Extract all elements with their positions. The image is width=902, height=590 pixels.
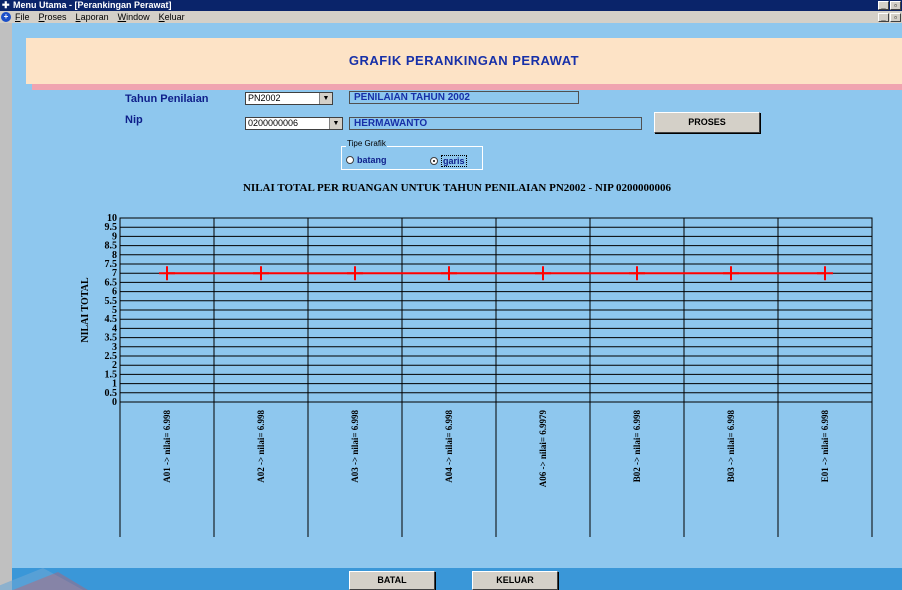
page-title: GRAFIK PERANKINGAN PERAWAT	[26, 38, 902, 84]
menu-laporan[interactable]: Laporan	[76, 11, 109, 23]
child-minimize-button[interactable]: _	[878, 13, 889, 22]
tahun-penilaian-label: Tahun Penilaian	[125, 93, 209, 105]
y-axis-label: NILAI TOTAL	[80, 277, 91, 343]
menu-window[interactable]: Window	[118, 11, 150, 23]
category-label: A01 -> nilai= 6.998	[162, 410, 172, 483]
nip-select[interactable]: 0200000006 ▼	[245, 117, 343, 130]
dropdown-arrow-icon[interactable]: ▼	[319, 93, 332, 104]
keluar-button[interactable]: KELUAR	[472, 571, 558, 590]
nip-name-display: HERMAWANTO	[349, 117, 642, 130]
bottom-bar: BATAL KELUAR	[12, 568, 902, 590]
batal-button[interactable]: BATAL	[349, 571, 435, 590]
child-window-controls: _ ▫	[878, 12, 902, 23]
menu-file[interactable]: File	[15, 11, 30, 23]
category-label: B02 -> nilai= 6.998	[632, 410, 642, 483]
restore-button[interactable]: ▫	[890, 1, 901, 10]
menu-keluar[interactable]: Keluar	[159, 11, 185, 23]
tahun-penilaian-description: PENILAIAN TAHUN 2002	[349, 91, 579, 104]
title-bar: ✚ Menu Utama - [Perankingan Perawat] _ ▫	[0, 0, 902, 11]
radio-batang[interactable]: batang	[346, 155, 387, 165]
proses-button[interactable]: PROSES	[654, 112, 760, 133]
y-tick-label: 10	[107, 213, 117, 224]
minimize-button[interactable]: _	[878, 1, 889, 10]
tahun-penilaian-value: PN2002	[248, 93, 281, 103]
app-plus-icon: ✚	[2, 0, 10, 10]
form-client-area: GRAFIK PERANKINGAN PERAWAT Tahun Penilai…	[12, 23, 902, 590]
window-title: Menu Utama - [Perankingan Perawat]	[13, 0, 172, 10]
line-chart: 00.511.522.533.544.555.566.577.588.599.5…	[80, 213, 873, 537]
child-restore-button[interactable]: ▫	[890, 13, 901, 22]
category-label: A02 -> nilai= 6.998	[256, 410, 266, 483]
category-label: A04 -> nilai= 6.998	[444, 410, 454, 483]
menu-proses[interactable]: Proses	[39, 11, 67, 23]
category-label: E01 -> nilai= 6.998	[820, 410, 830, 483]
menu-bar: + File Proses Laporan Window Keluar _ ▫	[0, 11, 902, 23]
tahun-penilaian-select[interactable]: PN2002 ▼	[245, 92, 333, 105]
nip-value: 0200000006	[248, 118, 299, 128]
category-label: A06 -> nilai= 6.9979	[538, 410, 548, 488]
radio-batang-icon[interactable]	[346, 156, 354, 164]
window-controls: _ ▫	[878, 0, 902, 11]
chart-title: NILAI TOTAL PER RUANGAN UNTUK TAHUN PENI…	[242, 182, 672, 194]
logo-watermark	[0, 568, 88, 590]
radio-garis[interactable]: garis	[430, 155, 467, 167]
radio-garis-label: garis	[441, 155, 467, 167]
tipe-grafik-label: Tipe Grafik	[346, 139, 387, 148]
nip-label: Nip	[125, 114, 143, 126]
category-label: B03 -> nilai= 6.998	[726, 410, 736, 483]
radio-garis-icon[interactable]	[430, 157, 438, 165]
radio-batang-label: batang	[357, 155, 387, 165]
dropdown-arrow-icon[interactable]: ▼	[329, 118, 342, 129]
document-icon[interactable]: +	[1, 12, 11, 22]
tipe-grafik-group: Tipe Grafik batang garis	[341, 139, 483, 170]
category-label: A03 -> nilai= 6.998	[350, 410, 360, 483]
